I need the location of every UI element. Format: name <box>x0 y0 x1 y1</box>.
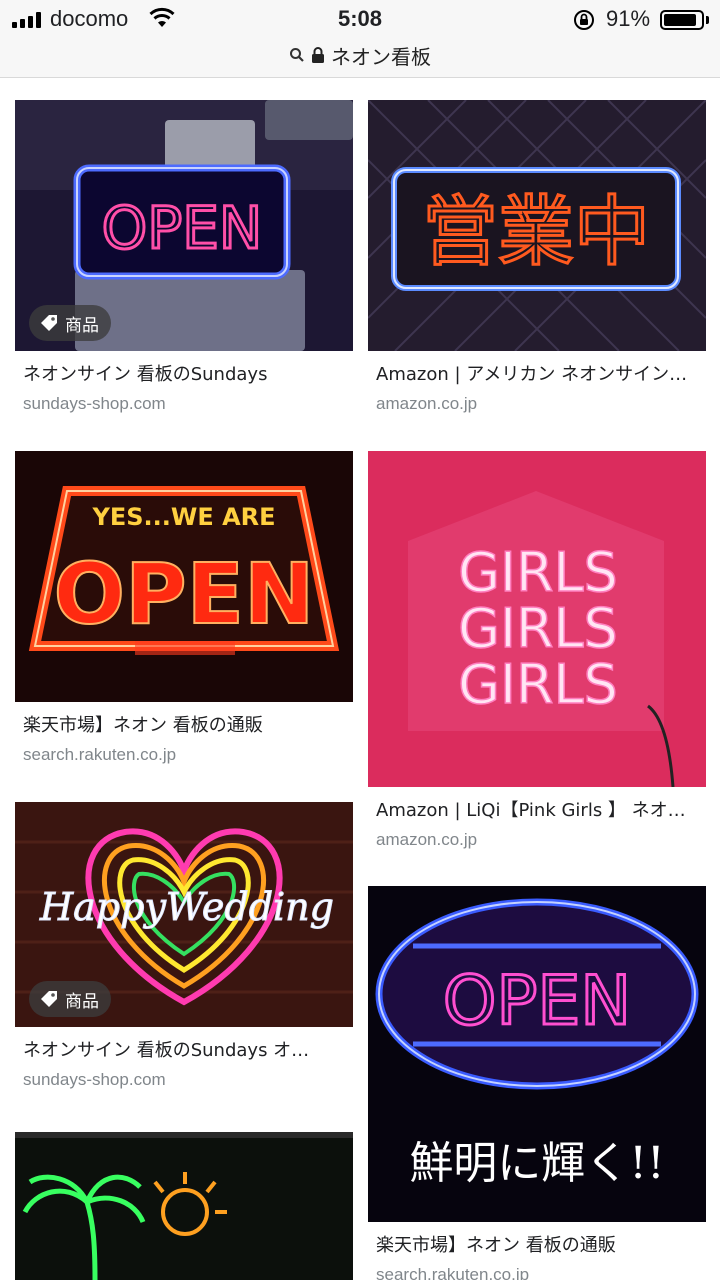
result-title: 楽天市場】ネオン 看板の通販 <box>23 715 263 736</box>
status-bar: docomo 5:08 91% <box>0 0 720 40</box>
lock-icon <box>312 47 324 63</box>
result-thumbnail[interactable]: GIRLS GIRLS GIRLS <box>368 451 706 787</box>
image-result-card[interactable]: YES...WE ARE OPEN 楽天市場】ネオン 看板の通販 search.… <box>15 451 353 767</box>
address-bar[interactable]: ネオン看板 <box>0 40 720 70</box>
tag-icon <box>41 315 57 331</box>
result-domain: sundays-shop.com <box>23 1070 166 1089</box>
result-domain: sundays-shop.com <box>23 394 166 413</box>
result-thumbnail[interactable]: OPEN 商品 <box>15 100 353 351</box>
image-result-card[interactable]: 営業中 Amazon | アメリカン ネオンサイン… amazon.co.jp <box>368 100 706 416</box>
browser-top-bar: docomo 5:08 91% ネオン看板 <box>0 0 720 78</box>
neon-sign-text: 営業中 <box>422 187 650 276</box>
result-domain: search.rakuten.co.jp <box>23 745 177 764</box>
result-title: ネオンサイン 看板のSundays オ… <box>23 1040 310 1061</box>
result-thumbnail[interactable]: OPEN 鮮明に輝く!! <box>368 886 706 1222</box>
neon-sign-text: OPEN <box>102 194 263 262</box>
neon-sign-text: GIRLS <box>458 597 618 660</box>
result-domain: amazon.co.jp <box>376 394 478 413</box>
image-result-card[interactable] <box>15 1132 353 1280</box>
product-badge: 商品 <box>29 305 111 341</box>
image-result-card[interactable]: GIRLS GIRLS GIRLS Amazon | LiQi【Pink Gir… <box>368 451 706 852</box>
neon-sign-text: HappyWedding <box>39 885 334 929</box>
search-query: ネオン看板 <box>331 44 431 69</box>
result-thumbnail[interactable] <box>15 1132 353 1280</box>
product-badge: 商品 <box>29 981 111 1017</box>
image-result-card[interactable]: OPEN 商品 ネオンサイン 看板のSundays sundays-shop.c… <box>15 100 353 416</box>
neon-sign-text: GIRLS <box>458 653 618 716</box>
battery-icon <box>660 10 704 30</box>
battery-percentage: 91% <box>606 6 651 31</box>
neon-sign-text: OPEN <box>54 545 315 643</box>
result-thumbnail[interactable]: HappyWedding 商品 <box>15 802 353 1027</box>
result-thumbnail[interactable]: 営業中 <box>368 100 706 351</box>
image-result-card[interactable]: OPEN 鮮明に輝く!! 楽天市場】ネオン 看板の通販 search.rakut… <box>368 886 706 1280</box>
image-caption-text: 鮮明に輝く!! <box>409 1138 664 1189</box>
result-domain: amazon.co.jp <box>376 830 478 849</box>
result-title: Amazon | LiQi【Pink Girls 】 ネオ… <box>376 800 686 821</box>
result-domain: search.rakuten.co.jp <box>376 1265 530 1280</box>
neon-sign-subtext: YES...WE ARE <box>91 503 275 531</box>
search-icon <box>290 48 304 62</box>
result-thumbnail[interactable]: YES...WE ARE OPEN <box>15 451 353 702</box>
result-title: Amazon | アメリカン ネオンサイン… <box>376 364 688 385</box>
rotation-lock-icon <box>574 10 594 30</box>
image-result-card[interactable]: HappyWedding 商品 ネオンサイン 看板のSundays オ… sun… <box>15 802 353 1092</box>
neon-sign-text: OPEN <box>443 962 631 1041</box>
tag-icon <box>41 991 57 1007</box>
result-title: ネオンサイン 看板のSundays <box>23 364 268 385</box>
result-title: 楽天市場】ネオン 看板の通販 <box>376 1235 616 1256</box>
neon-sign-text: GIRLS <box>458 541 618 604</box>
